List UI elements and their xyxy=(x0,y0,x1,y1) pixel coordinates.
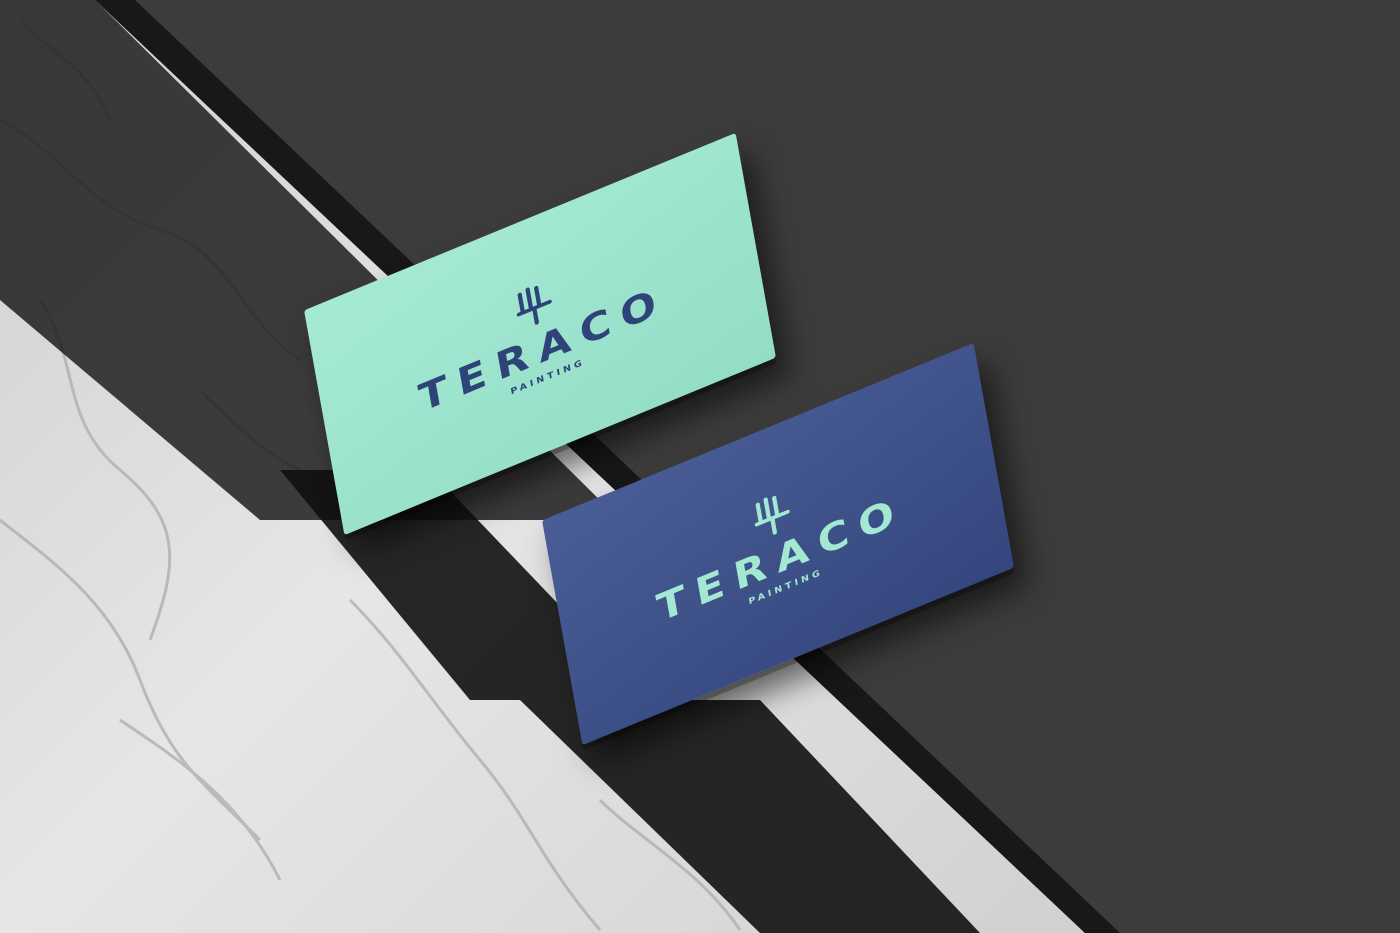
business-card-mockup: TERACO PAINTING TERACO PAINTING xyxy=(0,0,1400,933)
